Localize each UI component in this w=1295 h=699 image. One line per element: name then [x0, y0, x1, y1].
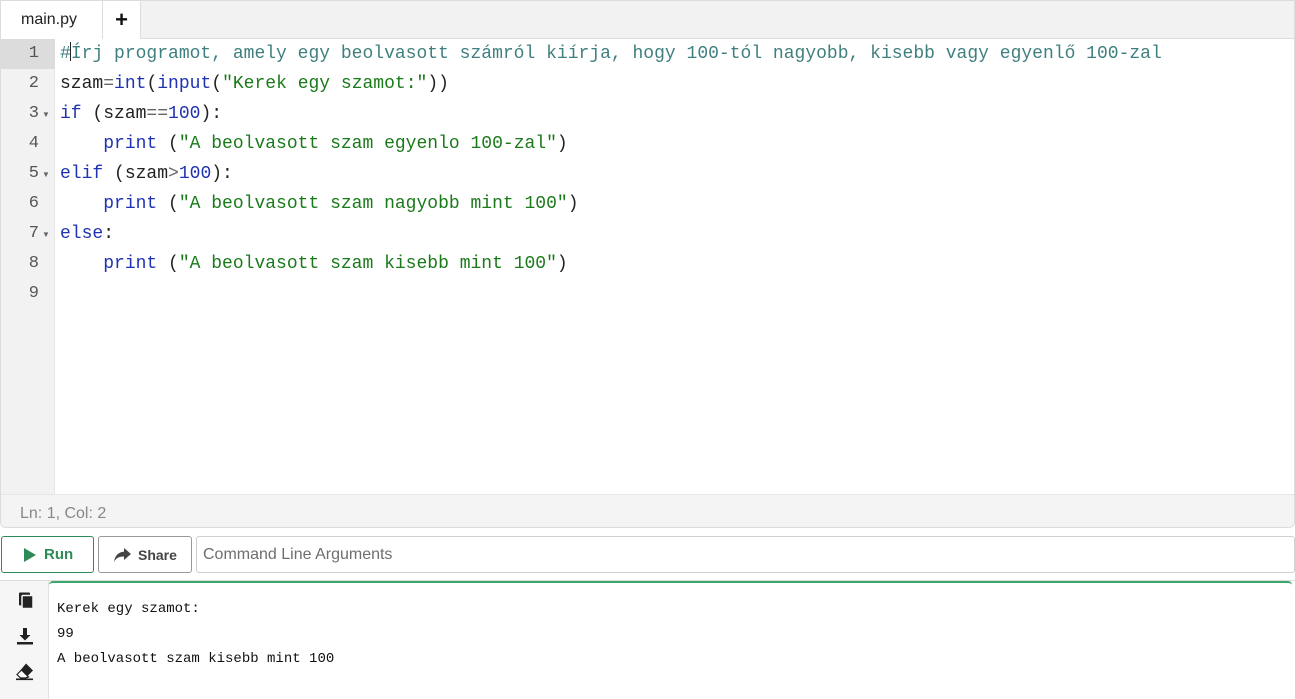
code-token: = [103, 74, 115, 94]
code-line[interactable] [60, 279, 1290, 309]
share-button-label: Share [138, 546, 177, 563]
code-token: input [157, 74, 212, 94]
tab-bar: main.py + [1, 1, 1294, 39]
line-number: 9 [28, 284, 39, 303]
run-button-label: Run [44, 546, 74, 563]
code-line[interactable]: szam=int(input("Kerek egy szamot:")) [60, 69, 1290, 99]
code-token: else [60, 224, 104, 244]
line-number-gutter: 1 2 3 ▼ 4 5 ▼ 6 7 ▼ 8 9 [1, 39, 55, 494]
line-number: 6 [28, 194, 39, 213]
code-token: "A beolvasott szam kisebb mint 100" [178, 254, 557, 274]
code-token: print [103, 254, 158, 274]
code-line[interactable]: if (szam==100): [60, 99, 1290, 129]
program-output: Kerek egy szamot: 99 A beolvasott szam k… [49, 581, 1292, 699]
cursor-position-status: Ln: 1, Col: 2 [1, 494, 1294, 527]
output-line: 99 [57, 626, 74, 642]
code-token: ) [556, 254, 568, 274]
code-token: == [146, 104, 169, 124]
share-button[interactable]: Share [98, 536, 192, 573]
text-cursor [69, 42, 71, 61]
line-number: 8 [28, 254, 39, 273]
code-editor: main.py + 1 2 3 ▼ 4 5 ▼ 6 7 ▼ 8 9 #Írj p… [0, 0, 1295, 528]
tab-main-py[interactable]: main.py [1, 1, 103, 39]
code-token: ): [211, 164, 233, 184]
code-line[interactable]: print ("A beolvasott szam egyenlo 100-za… [60, 129, 1290, 159]
code-token: : [103, 224, 115, 244]
code-token: szam [60, 74, 104, 94]
code-token: "A beolvasott szam nagyobb mint 100" [178, 194, 568, 214]
code-token: "Kerek egy szamot:" [222, 74, 428, 94]
output-line: A beolvasott szam kisebb mint 100 [57, 651, 335, 667]
code-line[interactable]: print ("A beolvasott szam nagyobb mint 1… [60, 189, 1290, 219]
run-button[interactable]: Run [1, 536, 94, 573]
output-line: Kerek egy szamot: [57, 601, 200, 617]
output-toolbar [0, 581, 49, 699]
copy-icon[interactable] [15, 591, 35, 611]
line-number: 5 [28, 164, 39, 183]
code-token: > [168, 164, 179, 184]
code-token: ( [157, 134, 179, 154]
code-token: ) [556, 134, 568, 154]
code-token: ( [146, 74, 158, 94]
code-token: (szam [103, 164, 169, 184]
line-number: 3 [28, 104, 39, 123]
code-token: if [60, 104, 82, 124]
code-token: #Írj programot, amely egy beolvasott szá… [60, 42, 1162, 64]
code-token: ( [157, 254, 179, 274]
code-token: int [114, 74, 147, 94]
code-text-area[interactable]: #Írj programot, amely egy beolvasott szá… [60, 39, 1290, 494]
code-token: )) [427, 74, 449, 94]
fold-chevron-icon[interactable]: ▼ [41, 99, 51, 129]
line-number: 2 [28, 74, 39, 93]
code-token: 100 [178, 164, 212, 184]
share-icon [114, 547, 131, 562]
line-number: 1 [28, 44, 39, 63]
line-number: 4 [28, 134, 39, 153]
output-panel: Kerek egy szamot: 99 A beolvasott szam k… [0, 580, 1295, 699]
command-line-arguments-input[interactable] [196, 536, 1295, 573]
fold-chevron-icon[interactable]: ▼ [41, 159, 51, 189]
code-token: ): [200, 104, 223, 124]
code-token: ) [567, 194, 579, 214]
download-icon[interactable] [15, 626, 35, 646]
code-token: ( [211, 74, 223, 94]
add-tab-button[interactable]: + [103, 1, 141, 39]
line-number: 7 [28, 224, 39, 243]
code-token: 100 [168, 104, 201, 124]
code-token: (szam [81, 104, 147, 124]
eraser-icon[interactable] [15, 661, 35, 681]
code-token: "A beolvasott szam egyenlo 100-zal" [178, 134, 557, 154]
code-line[interactable]: #Írj programot, amely egy beolvasott szá… [60, 39, 1290, 69]
code-line[interactable]: else: [60, 219, 1290, 249]
code-line[interactable]: print ("A beolvasott szam kisebb mint 10… [60, 249, 1290, 279]
code-token: print [103, 134, 158, 154]
code-token: print [103, 194, 158, 214]
code-token: elif [60, 164, 104, 184]
fold-chevron-icon[interactable]: ▼ [41, 219, 51, 249]
play-icon [24, 547, 36, 562]
output-text: Kerek egy szamot: 99 A beolvasott szam k… [57, 597, 334, 672]
code-token: ( [157, 194, 179, 214]
code-line[interactable]: elif (szam>100): [60, 159, 1290, 189]
